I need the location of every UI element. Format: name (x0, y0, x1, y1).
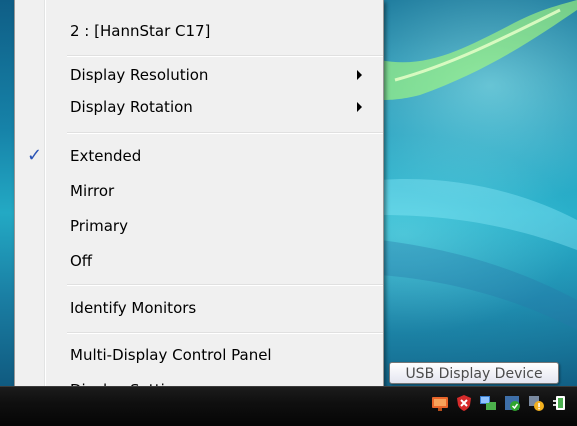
menu-item-extended[interactable]: ✓ Extended (18, 139, 380, 173)
system-tray (431, 391, 569, 415)
menu-item-mirror[interactable]: Mirror (18, 174, 380, 208)
menu-item-off[interactable]: Off (18, 244, 380, 278)
menu-item-monitor-header[interactable]: 2 : [HannStar C17] (18, 14, 380, 48)
menu-item-label: Extended (70, 147, 142, 165)
submenu-arrow-icon (357, 70, 362, 80)
usb-display-icon[interactable] (431, 394, 449, 412)
context-menu: 2 : [HannStar C17] Display Resolution Di… (14, 0, 384, 413)
menu-item-display-rotation[interactable]: Display Rotation (18, 90, 380, 124)
menu-item-label: Primary (70, 217, 128, 235)
menu-item-label: Off (70, 252, 93, 270)
menu-item-multi-display-control-panel[interactable]: Multi-Display Control Panel (18, 338, 380, 372)
menu-item-identify-monitors[interactable]: Identify Monitors (18, 291, 380, 325)
power-plug-icon[interactable] (551, 394, 569, 412)
menu-separator (67, 284, 383, 286)
menu-separator (67, 132, 383, 134)
security-check-icon[interactable] (503, 394, 521, 412)
menu-separator (67, 55, 383, 57)
network-icon[interactable] (479, 394, 497, 412)
menu-item-label: Identify Monitors (70, 299, 197, 317)
usb-display-tooltip: USB Display Device (389, 362, 559, 384)
menu-item-display-resolution[interactable]: Display Resolution (18, 58, 380, 92)
menu-item-label: Display Rotation (70, 98, 193, 116)
security-alert-icon[interactable] (455, 394, 473, 412)
menu-item-label: Multi-Display Control Panel (70, 346, 272, 364)
menu-item-label: 2 : [HannStar C17] (70, 22, 211, 40)
menu-separator (67, 332, 383, 334)
menu-item-label: Mirror (70, 182, 115, 200)
menu-item-primary[interactable]: Primary (18, 209, 380, 243)
menu-item-label: Display Resolution (70, 66, 209, 84)
checkmark-icon: ✓ (27, 145, 43, 166)
taskbar (0, 386, 577, 426)
warning-icon[interactable] (527, 394, 545, 412)
submenu-arrow-icon (357, 102, 362, 112)
